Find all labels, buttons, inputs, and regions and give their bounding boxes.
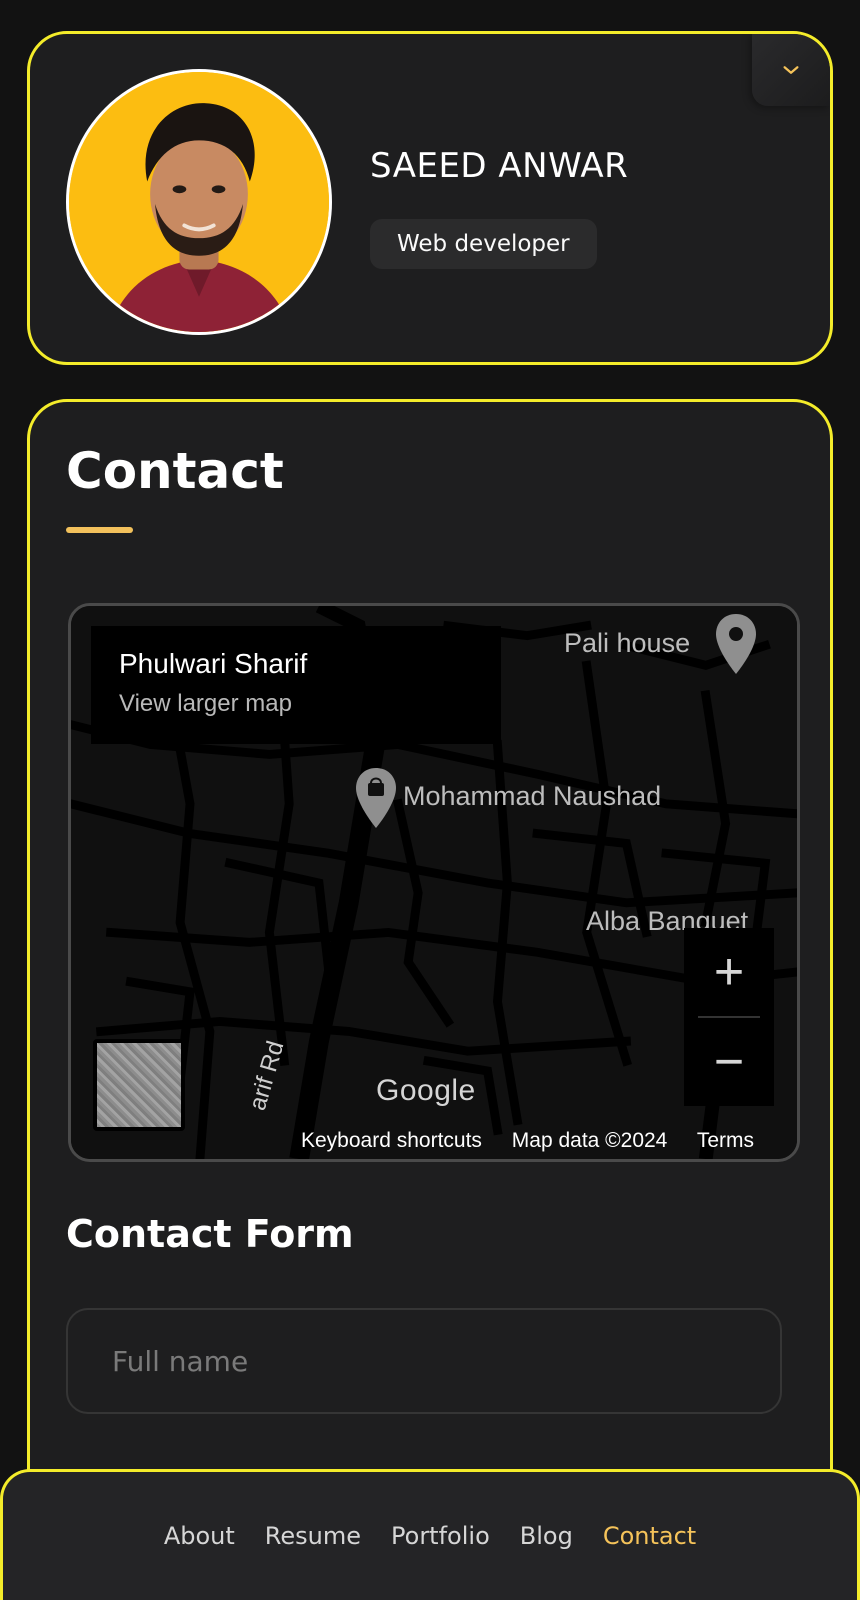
profile-name: SAEED ANWAR [370,146,629,186]
bottom-navbar: About Resume Portfolio Blog Contact [0,1469,860,1600]
nav-item-portfolio[interactable]: Portfolio [391,1522,490,1550]
map-label-pali-house[interactable]: Pali house [564,628,690,659]
fullname-input[interactable] [66,1308,782,1414]
avatar [66,69,332,335]
role-badge: Web developer [370,219,597,269]
contact-section: Contact Phulwari Sharif View larger map … [27,399,833,1529]
map-data-credit: Map data ©2024 [511,1129,668,1152]
nav-item-about[interactable]: About [164,1522,235,1550]
zoom-out-button[interactable]: − [684,1018,774,1106]
chevron-down-icon [783,66,799,74]
map-place-name: Phulwari Sharif [119,648,308,679]
map-pin-icon[interactable] [713,612,759,678]
map-label-mohammad-naushad[interactable]: Mohammad Naushad [403,781,661,812]
map-place-card: Phulwari Sharif View larger map [91,626,501,744]
view-larger-map-link[interactable]: View larger map [119,690,473,718]
zoom-in-button[interactable]: + [684,928,774,1016]
title-underline [66,527,133,533]
nav-item-contact[interactable]: Contact [603,1522,696,1550]
terms-link[interactable]: Terms [697,1129,754,1152]
zoom-control: + − [684,928,774,1106]
keyboard-shortcuts-link[interactable]: Keyboard shortcuts [301,1129,482,1152]
nav-item-resume[interactable]: Resume [265,1522,361,1550]
avatar-portrait [69,72,329,332]
shopping-pin-icon[interactable] [353,766,399,832]
show-contacts-button[interactable] [752,34,830,106]
form-title: Contact Form [66,1212,354,1256]
satellite-toggle[interactable] [93,1039,185,1131]
google-logo: Google [376,1074,476,1107]
map-footer: Keyboard shortcuts Map data ©2024 Terms [301,1129,778,1153]
profile-sidebar: SAEED ANWAR Web developer [27,31,833,365]
page-title: Contact [66,442,284,500]
google-map[interactable]: Phulwari Sharif View larger map Pali hou… [68,603,800,1162]
nav-item-blog[interactable]: Blog [520,1522,573,1550]
